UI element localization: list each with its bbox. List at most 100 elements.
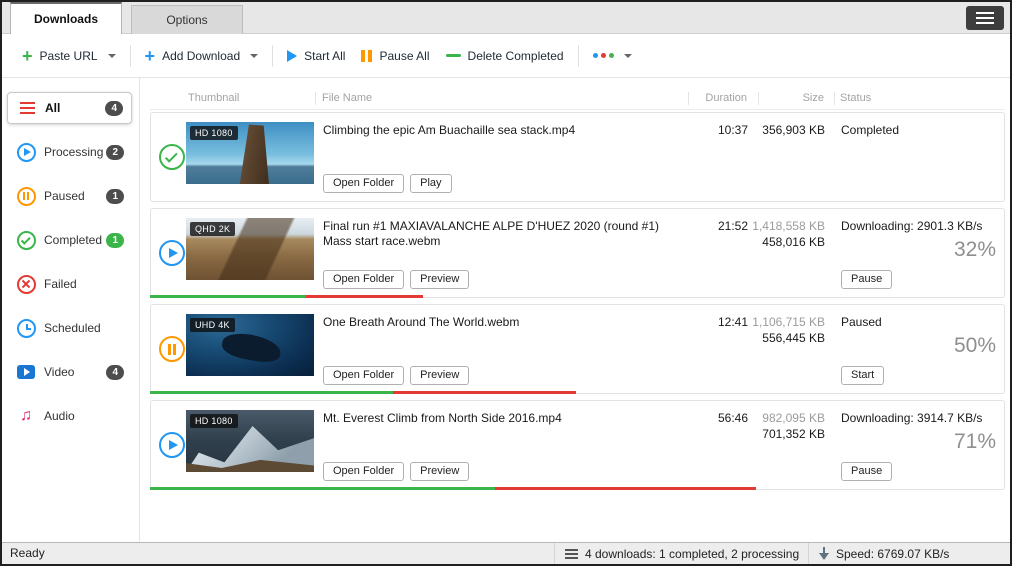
count-badge: 4 [105,101,123,116]
sidebar-item-scheduled[interactable]: Scheduled [7,312,132,344]
download-row[interactable]: HD 1080 Mt. Everest Climb from North Sid… [150,400,1005,490]
sidebar-item-paused[interactable]: Paused 1 [7,180,132,212]
header-separator [688,92,689,105]
column-header-file-name: File Name [322,92,372,104]
downloading-status-icon [159,240,185,266]
size-total: 356,903 KB [741,123,825,137]
progress-bar [150,487,756,490]
music-note-icon [15,406,37,426]
sidebar: All 4 Processing 2 Paused 1 Completed 1 … [2,78,140,542]
preview-button[interactable]: Preview [410,462,469,481]
column-header-size: Size [744,92,824,104]
pause-button[interactable]: Pause [841,462,892,481]
preview-button[interactable]: Preview [410,270,469,289]
download-row[interactable]: UHD 4K One Breath Around The World.webm … [150,304,1005,394]
start-all-button[interactable]: Start All [279,44,353,68]
play-button[interactable]: Play [410,174,451,193]
duration: 10:37 [671,123,748,137]
sidebar-item-failed[interactable]: Failed [7,268,132,300]
download-arrow-icon [819,547,829,560]
status-text: Paused [841,315,882,329]
column-header-duration: Duration [670,92,747,104]
sidebar-item-audio[interactable]: Audio [7,400,132,432]
open-folder-button[interactable]: Open Folder [323,462,404,481]
quality-badge: QHD 2K [190,222,235,236]
toolbar-separator [578,45,579,67]
more-menu-button[interactable] [585,48,640,63]
status-bar: Ready 4 downloads: 1 completed, 2 proces… [2,542,1010,564]
count-badge: 1 [106,233,124,248]
add-download-button[interactable]: + Add Download [137,44,267,68]
paste-url-label: Paste URL [40,49,98,63]
hamburger-icon [976,12,994,24]
pause-icon [361,50,372,62]
duration: 21:52 [671,219,748,233]
sidebar-item-label: Paused [44,189,85,203]
open-folder-button[interactable]: Open Folder [323,366,404,385]
toolbar: + Paste URL + Add Download Start All Pau… [2,34,1010,78]
open-folder-button[interactable]: Open Folder [323,270,404,289]
size-downloaded: 458,016 KB [741,235,825,249]
list-summary-icon [565,549,578,559]
sidebar-item-completed[interactable]: Completed 1 [7,224,132,256]
header-separator [758,92,759,105]
delete-completed-button[interactable]: Delete Completed [438,44,572,68]
sidebar-item-video[interactable]: Video 4 [7,356,132,388]
video-thumbnail[interactable]: HD 1080 [186,410,314,472]
download-row[interactable]: HD 1080 Climbing the epic Am Buachaille … [150,112,1005,202]
video-thumbnail[interactable]: UHD 4K [186,314,314,376]
pause-button[interactable]: Pause [841,270,892,289]
play-circle-icon [15,142,37,162]
row-buttons: Open Folder Preview [323,462,469,481]
row-buttons: Open Folder Play [323,174,452,193]
size-cell: 982,095 KB 701,352 KB [741,411,825,441]
progress-percent: 50% [954,334,996,358]
preview-button[interactable]: Preview [410,366,469,385]
status-summary-text: 4 downloads: 1 completed, 2 processing [585,547,799,561]
pause-circle-icon [15,186,37,206]
hamburger-menu-button[interactable] [966,6,1004,30]
sidebar-item-label: All [45,101,60,115]
open-folder-button[interactable]: Open Folder [323,174,404,193]
sidebar-item-label: Scheduled [44,321,101,335]
paste-url-button[interactable]: + Paste URL [14,44,124,68]
count-badge: 1 [106,189,124,204]
file-name: Mt. Everest Climb from North Side 2016.m… [323,411,685,426]
add-download-label: Add Download [162,49,240,63]
sidebar-item-all[interactable]: All 4 [7,92,132,124]
tab-options[interactable]: Options [131,5,243,34]
status-text: Downloading: 3914.7 KB/s [841,411,982,425]
video-icon [15,362,37,382]
plus-icon: + [145,49,156,63]
download-row[interactable]: QHD 2K Final run #1 MAXIAVALANCHE ALPE D… [150,208,1005,298]
header-separator [834,92,835,105]
quality-badge: HD 1080 [190,414,238,428]
column-header-status: Status [840,92,871,104]
size-downloaded: 556,445 KB [741,331,825,345]
status-speed-text: Speed: 6769.07 KB/s [836,547,949,561]
sidebar-item-label: Failed [44,277,77,291]
status-text: Completed [841,123,899,137]
clock-icon [15,318,37,338]
sidebar-item-label: Processing [44,145,103,159]
video-thumbnail[interactable]: HD 1080 [186,122,314,184]
tab-downloads[interactable]: Downloads [10,2,122,34]
video-thumbnail[interactable]: QHD 2K [186,218,314,280]
count-badge: 4 [106,365,124,380]
play-icon [287,50,297,62]
pause-all-button[interactable]: Pause All [353,44,437,68]
status-text: Downloading: 2901.3 KB/s [841,219,982,233]
table-header: Thumbnail File Name Duration Size Status [150,90,1005,110]
start-button[interactable]: Start [841,366,884,385]
toolbar-separator [130,45,131,67]
progress-bar [150,295,423,298]
plus-icon: + [22,49,33,63]
check-circle-icon [15,230,37,250]
count-badge: 2 [106,145,124,160]
x-circle-icon [15,274,37,294]
file-name: Climbing the epic Am Buachaille sea stac… [323,123,685,138]
status-speed: Speed: 6769.07 KB/s [808,543,949,564]
sidebar-item-processing[interactable]: Processing 2 [7,136,132,168]
chevron-down-icon [250,54,258,58]
size-cell: 356,903 KB [741,123,825,137]
